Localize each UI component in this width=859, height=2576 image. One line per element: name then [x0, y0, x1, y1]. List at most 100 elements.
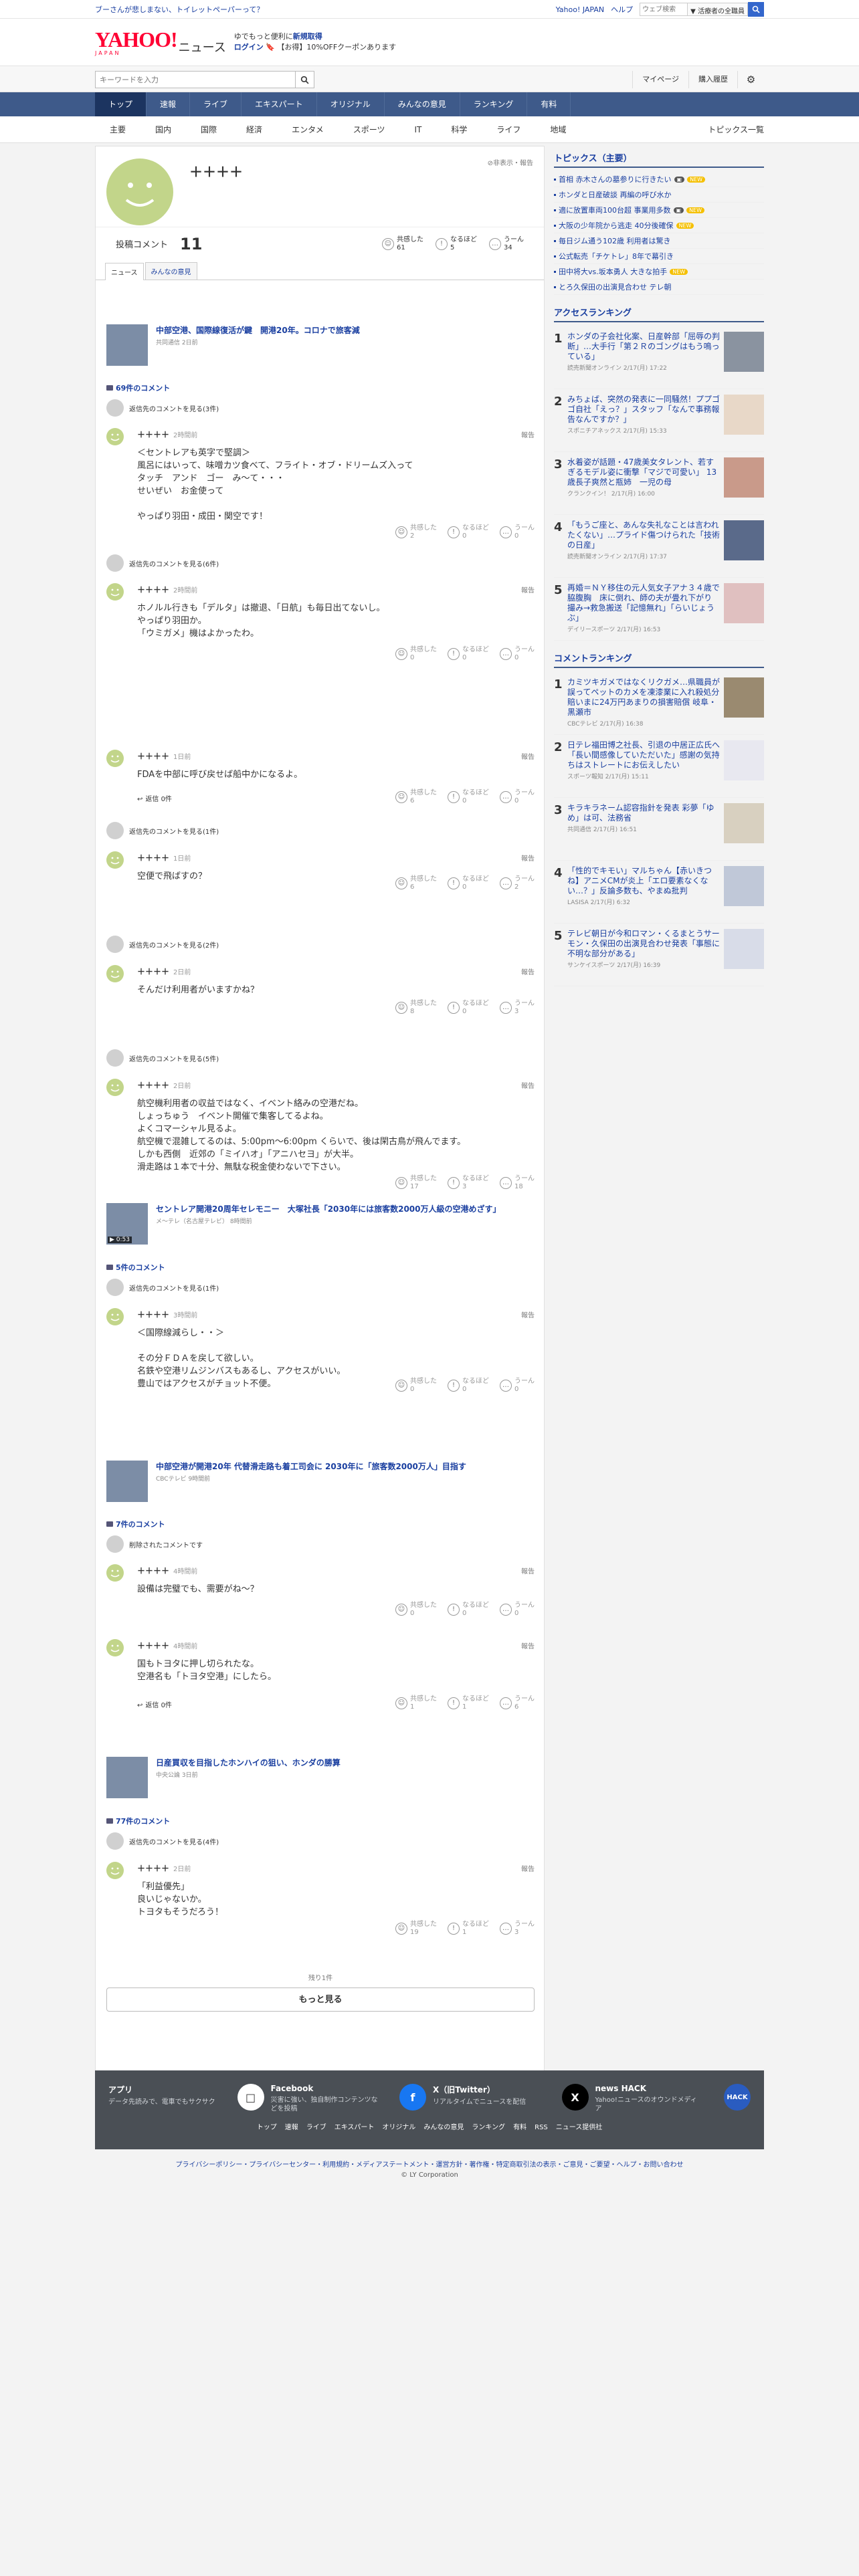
yahoo-japan-link[interactable]: Yahoo! JAPAN	[556, 5, 605, 14]
replies-link[interactable]: ↩ 返信 0件	[137, 793, 172, 803]
article-comment-count[interactable]: 69件のコメント	[106, 383, 170, 393]
report-link[interactable]: 報告	[521, 1640, 535, 1650]
footer-link[interactable]: ライブ	[306, 2124, 326, 2131]
footer-link[interactable]: トップ	[257, 2124, 277, 2131]
cat-region[interactable]: 地域	[535, 116, 581, 143]
report-link[interactable]: 報告	[521, 966, 535, 976]
parent-comment-link[interactable]: 返信先のコメントを見る(1件)	[106, 822, 535, 839]
cat-domestic[interactable]: 国内	[140, 116, 186, 143]
uun-button[interactable]: … うーん 0	[500, 1378, 535, 1394]
empathy-button[interactable]: ☺ 共感した 19	[395, 1921, 437, 1937]
hide-report-link[interactable]: ⊘非表示・報告	[488, 157, 533, 167]
ranking-item[interactable]: 2 みちょば、突然の発表に一同騒然！ププゴゴ自社「えっ？」スタッフ「なんで事務報告…	[554, 389, 764, 452]
nav-ranking[interactable]: ランキング	[460, 92, 528, 116]
empathy-button[interactable]: ☺ 共感した 0	[395, 1378, 437, 1394]
naruhodo-button[interactable]: ! なるほど 3	[448, 1175, 489, 1191]
naruhodo-button[interactable]: ! なるほど 0	[448, 789, 489, 805]
uun-button[interactable]: … うーん 0	[500, 524, 535, 540]
footer-link[interactable]: ランキング	[472, 2124, 505, 2131]
empathy-button[interactable]: ☺ 共感した 8	[395, 1000, 437, 1016]
empathy-button[interactable]: ☺ 共感した 6	[395, 789, 437, 805]
report-link[interactable]: 報告	[521, 1309, 535, 1319]
naruhodo-button[interactable]: ! なるほど 0	[448, 875, 489, 891]
keyword-input[interactable]	[95, 71, 296, 88]
article-comment-count[interactable]: 77件のコメント	[106, 1816, 170, 1826]
article-title[interactable]: 日産買収を目指したホンハイの狙い、ホンダの勝算	[156, 1757, 341, 1769]
parent-comment-link[interactable]: 返信先のコメントを見る(3件)	[106, 399, 535, 417]
cat-science[interactable]: 科学	[436, 116, 482, 143]
article-card[interactable]: 日産買収を目指したホンハイの狙い、ホンダの勝算 中央公論 3日前	[106, 1757, 535, 1798]
ranking-item[interactable]: 4 「もうご座と、あんな失礼なことは言われたくない」…プライド傷つけられた「技術の…	[554, 515, 764, 578]
footer-link[interactable]: みんなの意見	[423, 2124, 464, 2131]
mypage-link[interactable]: マイページ	[632, 71, 688, 88]
yahoo-news-logo[interactable]: YAHOO! JAPAN ニュース	[95, 29, 226, 56]
topic-item[interactable]: とろ久保田の出演見合わせ テレ朝	[554, 280, 764, 295]
report-link[interactable]: 報告	[521, 584, 535, 595]
footer-link[interactable]: 速報	[285, 2124, 298, 2131]
empathy-button[interactable]: ☺ 共感した 17	[395, 1175, 437, 1191]
empathy-button[interactable]: ☺ 共感した 2	[395, 524, 437, 540]
uun-button[interactable]: … うーん 0	[500, 789, 535, 805]
naruhodo-button[interactable]: ! なるほど 0	[448, 1602, 489, 1618]
ranking-item[interactable]: 5 再婚＝ＮＹ移住の元人気女子アナ３４歳で脇腹胸 床に倒れ、師の夫が畳れ下がり撮み…	[554, 578, 764, 641]
empathy-button[interactable]: ☺ 共感した 6	[395, 875, 437, 891]
article-title[interactable]: 中部空港が開港20年 代替滑走路も着工司会に 2030年に「旅客数2000万人」…	[156, 1461, 466, 1473]
uun-button[interactable]: … うーん 0	[500, 646, 535, 662]
footer-link[interactable]: エキスパート	[335, 2124, 375, 2131]
topic-item[interactable]: 適に放置車両100台超 事業用多数 ▣ NEW	[554, 203, 764, 218]
topic-item[interactable]: ホンダと日産破談 再編の呼び水か	[554, 187, 764, 203]
ranking-item[interactable]: 1 ホンダの子会社化案、日産幹部「屈辱の判断」…大手行「第２Ｒのゴングはもう鳴って…	[554, 326, 764, 389]
footer-app[interactable]: アプリ データ先読みで、電車でもサクサク □	[108, 2084, 264, 2113]
footer-facebook[interactable]: Facebook 災害に強い、独自制作コンテンツなどを投稿 f	[271, 2084, 426, 2113]
report-link[interactable]: 報告	[521, 1566, 535, 1576]
naruhodo-button[interactable]: ! なるほど 0	[448, 524, 489, 540]
report-link[interactable]: 報告	[521, 429, 535, 439]
nav-top[interactable]: トップ	[95, 92, 147, 116]
parent-comment-link[interactable]: 返信先のコメントを見る(2件)	[106, 936, 535, 953]
signup-link[interactable]: 新規取得	[293, 32, 322, 41]
nav-original[interactable]: オリジナル	[317, 92, 385, 116]
footer-link[interactable]: ニュース提供社	[556, 2124, 603, 2131]
footer-x[interactable]: X（旧Twitter） リアルタイムでニュースを配信 X	[433, 2084, 589, 2113]
article-comment-count[interactable]: 5件のコメント	[106, 1262, 165, 1273]
uun-button[interactable]: … うーん 2	[500, 875, 535, 891]
nav-paid[interactable]: 有料	[527, 92, 571, 116]
cat-world[interactable]: 国際	[186, 116, 231, 143]
article-card[interactable]: ▶ 0:53 セントレア開港20周年セレモニー 大塚社長「2030年には旅客数20…	[106, 1203, 535, 1245]
footer-news-hack[interactable]: news HACK Yahoo!ニュースのオウンドメディア HACK	[595, 2084, 751, 2113]
parent-comment-link[interactable]: 返信先のコメントを見る(4件)	[106, 1832, 535, 1850]
keyword-search-button[interactable]	[296, 71, 314, 88]
report-link[interactable]: 報告	[521, 1863, 535, 1873]
article-comment-count[interactable]: 7件のコメント	[106, 1519, 165, 1529]
naruhodo-button[interactable]: ! なるほど 1	[448, 1921, 489, 1937]
topic-item[interactable]: 田中将大vs.坂本勇人 大きな拍手 NEW	[554, 264, 764, 280]
topic-item[interactable]: 大阪の少年院から逃走 40分後確保 NEW	[554, 218, 764, 233]
uun-button[interactable]: … うーん 0	[500, 1602, 535, 1618]
cat-it[interactable]: IT	[399, 116, 436, 143]
tab-opinion[interactable]: みんなの意見	[145, 262, 197, 280]
parent-comment-link[interactable]: 削除されたコメントです	[106, 1535, 535, 1553]
footer-link[interactable]: 有料	[513, 2124, 527, 2131]
promo-link[interactable]: ブーさんが悲しまない、トイレットペーパーって？	[95, 4, 264, 15]
nav-expert[interactable]: エキスパート	[242, 92, 317, 116]
empathy-button[interactable]: ☺ 共感した 0	[395, 646, 437, 662]
naruhodo-button[interactable]: ! なるほど 1	[448, 1695, 489, 1711]
topic-item[interactable]: 首相 赤木さんの墓参りに行きたい ▣ NEW	[554, 172, 764, 187]
gear-icon[interactable]: ⚙	[737, 71, 764, 88]
topic-item[interactable]: 毎日ジム通う102歳 利用者は驚き	[554, 233, 764, 249]
naruhodo-button[interactable]: ! なるほど 0	[448, 1378, 489, 1394]
ranking-item[interactable]: 4 「性的でキモい」マルちゃん【赤いきつね】アニメCMが炎上「エロ要素なくない…？…	[554, 861, 764, 924]
article-title[interactable]: セントレア開港20周年セレモニー 大塚社長「2030年には旅客数2000万人級の…	[156, 1203, 501, 1215]
parent-comment-link[interactable]: 返信先のコメントを見る(5件)	[106, 1049, 535, 1067]
load-more-button[interactable]: もっと見る	[106, 1988, 535, 2012]
report-link[interactable]: 報告	[521, 853, 535, 863]
naruhodo-button[interactable]: ! なるほど 0	[448, 1000, 489, 1016]
uun-button[interactable]: … うーん 18	[500, 1175, 535, 1191]
tab-news[interactable]: ニュース	[105, 263, 144, 280]
footer-link[interactable]: オリジナル	[382, 2124, 415, 2131]
search-scope[interactable]: ▼ 活療者の全職員	[688, 3, 748, 16]
login-link[interactable]: ログイン	[234, 43, 264, 51]
uun-button[interactable]: … うーん 3	[500, 1000, 535, 1016]
cat-main[interactable]: 主要	[95, 116, 140, 143]
topic-item[interactable]: 公式転売「チケトレ」8年で幕引き	[554, 249, 764, 264]
